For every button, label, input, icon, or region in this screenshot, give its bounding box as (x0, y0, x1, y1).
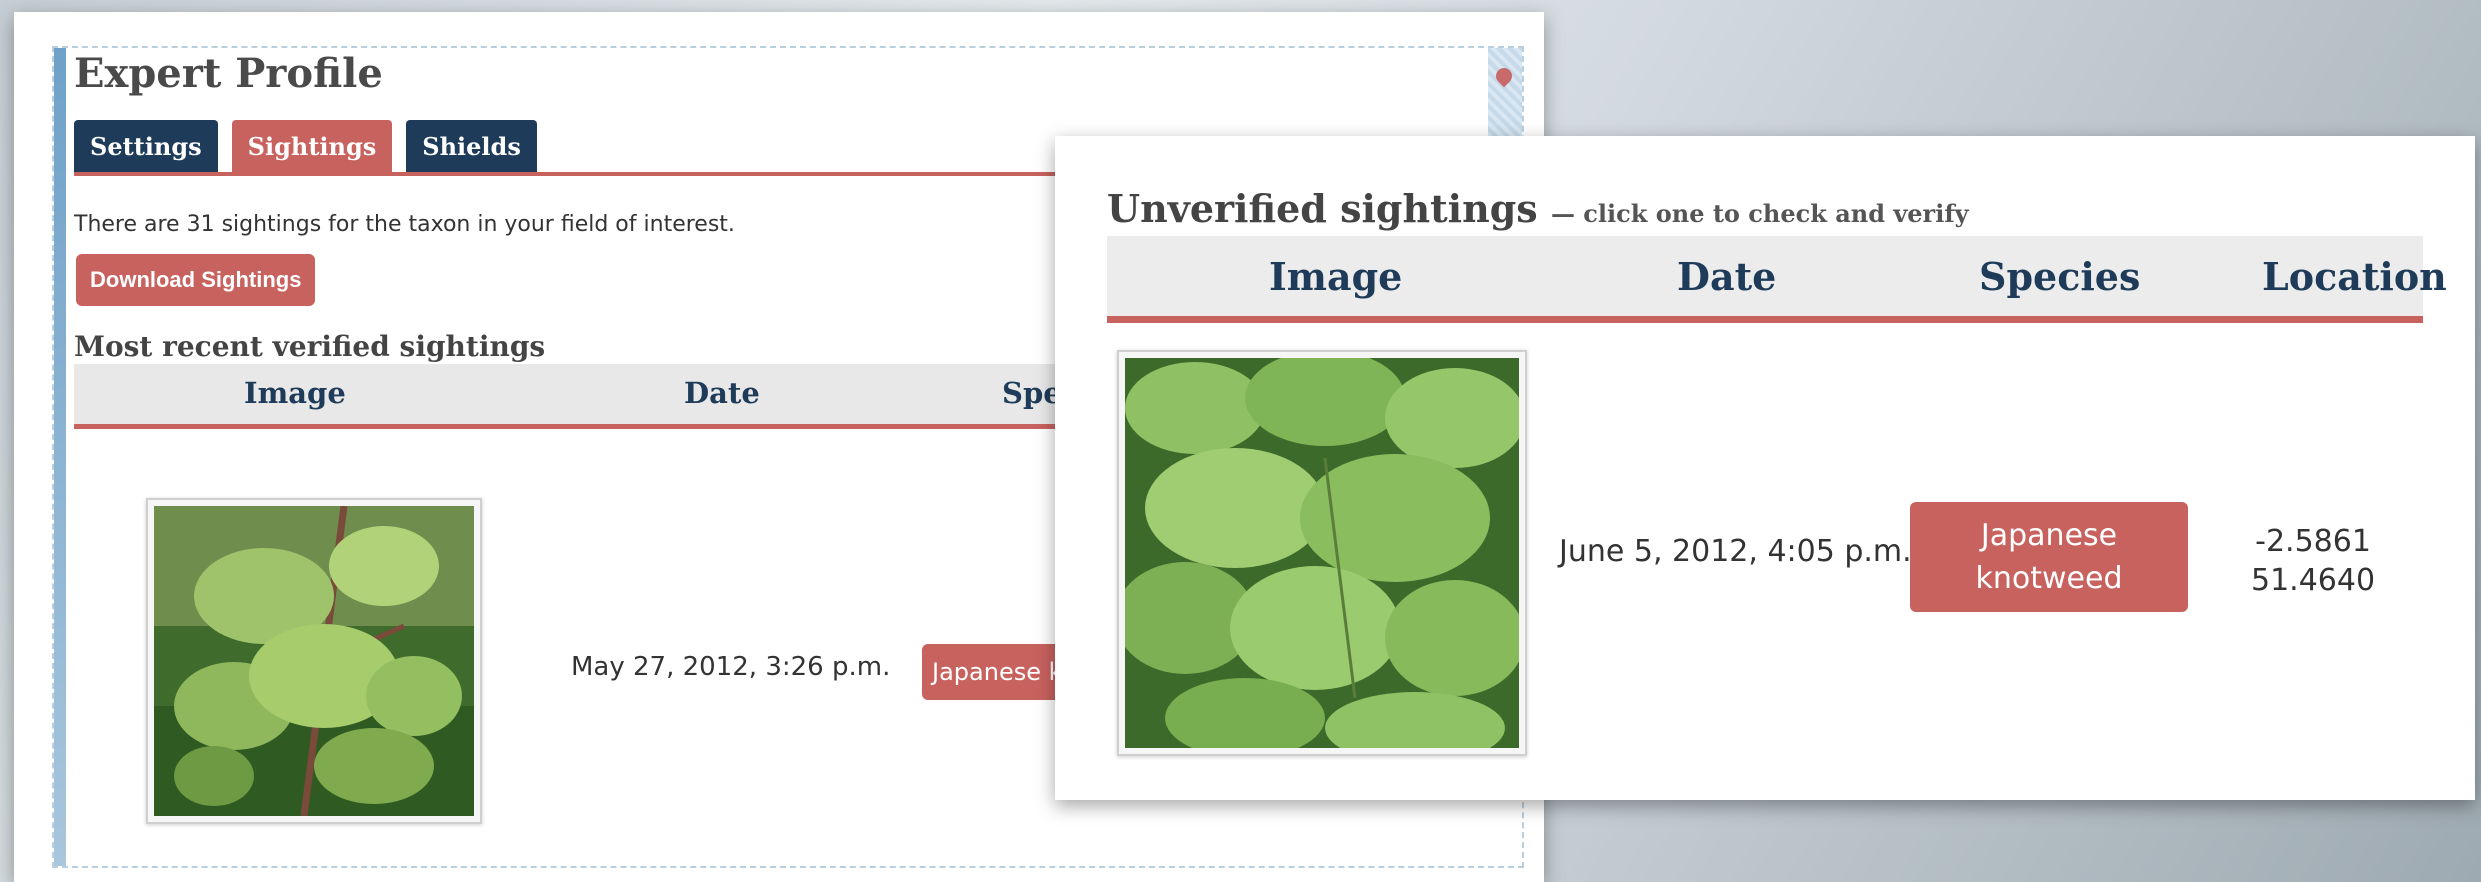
sighting-date: May 27, 2012, 3:26 p.m. (571, 652, 891, 682)
knotweed-photo-icon (1125, 358, 1519, 748)
download-sightings-button[interactable]: Download Sightings (76, 254, 316, 306)
tab-sightings[interactable]: Sightings (231, 120, 393, 172)
location-lat: -2.5861 (2255, 524, 2371, 559)
unverified-table-header: Image Date Species Location (1107, 236, 2447, 323)
unverified-sightings-card: Unverified sightings — click one to chec… (1055, 136, 2475, 800)
map-pin-icon[interactable] (1488, 48, 1522, 148)
species-name-line2: knotweed (1975, 561, 2123, 596)
tab-shields[interactable]: Shields (406, 120, 537, 172)
col-location: Location (2262, 254, 2447, 299)
sightings-count-text: There are 31 sightings for the taxon in … (74, 212, 735, 237)
tab-settings[interactable]: Settings (74, 120, 218, 172)
sighting-photo[interactable] (146, 498, 482, 824)
species-badge[interactable]: Japanese knotweed (1910, 502, 2188, 612)
col-species: Species (1979, 254, 2141, 299)
page-title: Expert Profile (74, 50, 383, 97)
sidebar-edge (54, 48, 66, 866)
col-image: Image (244, 376, 346, 410)
unverified-title: Unverified sightings — click one to chec… (1107, 186, 1969, 231)
unverified-title-text: Unverified sightings (1107, 186, 1538, 231)
col-image: Image (1269, 254, 1403, 299)
species-name-line1: Japanese (1980, 517, 2118, 553)
sighting-date: June 5, 2012, 4:05 p.m. (1559, 534, 1912, 569)
sighting-photo[interactable] (1117, 350, 1527, 756)
verified-section-title: Most recent verified sightings (74, 330, 546, 363)
col-date: Date (684, 376, 760, 410)
knotweed-photo-icon (154, 506, 474, 816)
col-date: Date (1677, 254, 1777, 299)
location-lon: 51.4640 (2251, 563, 2376, 598)
unverified-subtitle: — click one to check and verify (1550, 199, 1969, 228)
profile-tabs: Settings Sightings Shields (74, 120, 537, 172)
location-coordinates: -2.5861 51.4640 (2251, 522, 2375, 600)
